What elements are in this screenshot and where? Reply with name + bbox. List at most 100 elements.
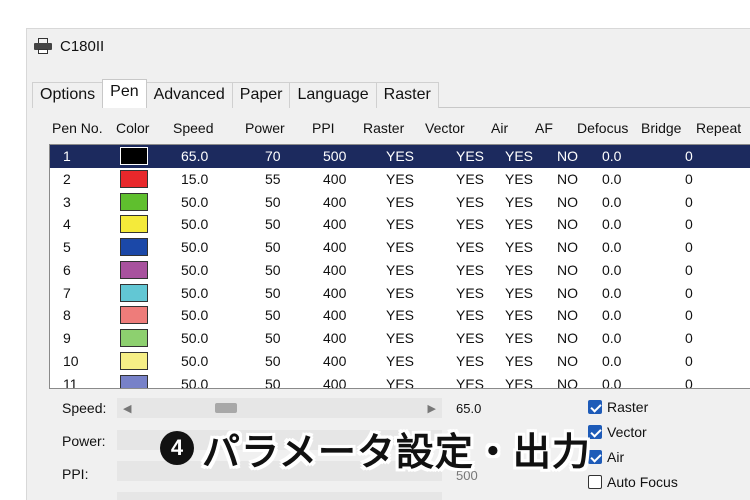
table-row[interactable]: 1 65.0 70 500 YES YES YES NO 0.0 0 [50,145,750,168]
table-row[interactable]: 2 15.0 55 400 YES YES YES NO 0.0 0 [50,168,750,191]
cell-speed: 50.0 [181,375,209,389]
tab-paper[interactable]: Paper [231,82,291,108]
cell-raster: YES [386,352,415,369]
tab-advanced[interactable]: Advanced [145,82,233,108]
table-row[interactable]: 11 50.0 50 400 YES YES YES NO 0.0 0 [50,373,750,389]
pen-color-swatch[interactable] [120,306,148,325]
cell-vector: YES [456,216,485,233]
cell-power: 50 [265,330,281,346]
vector-checkbox[interactable]: Vector [588,424,647,440]
col-air[interactable]: Air [491,120,508,136]
cell-vector: YES [456,170,485,187]
pen-color-swatch[interactable] [120,215,148,234]
cell-defocus: 0.0 [602,307,622,324]
cell-vector: YES [456,193,485,210]
cell-air: YES [505,284,534,301]
tab-options[interactable]: Options [32,82,104,108]
cell-defocus: 0.0 [602,239,622,255]
step-number-badge: 4 [160,431,194,465]
table-row[interactable]: 6 50.0 50 400 YES YES YES NO 0.0 0 [50,259,750,282]
col-pen-no[interactable]: Pen No. [52,120,103,136]
cell-speed: 50.0 [181,284,209,301]
table-row[interactable]: 9 50.0 50 400 YES YES YES NO 0.0 0 [50,327,750,350]
pen-color-swatch[interactable] [120,283,148,302]
table-row[interactable]: 7 50.0 50 400 YES YES YES NO 0.0 0 [50,282,750,305]
auto-focus-checkbox[interactable]: Auto Focus [588,474,678,490]
air-checkbox-label: Air [607,449,625,465]
col-bridge[interactable]: Bridge [641,120,681,136]
col-vector[interactable]: Vector [425,120,465,136]
tab-language[interactable]: Language [289,82,377,108]
cell-ppi: 400 [323,193,347,210]
speed-slider-thumb[interactable] [215,403,238,413]
cell-power: 55 [265,170,281,187]
cell-vector: YES [456,148,485,164]
cell-defocus: 0.0 [602,216,622,233]
pen-color-swatch[interactable] [120,374,148,388]
step-caption: 4 パラメータ設定・出力 [160,423,591,474]
pen-color-swatch[interactable] [120,351,148,370]
col-defocus[interactable]: Defocus [577,120,628,136]
col-speed[interactable]: Speed [173,120,213,136]
table-row[interactable]: 8 50.0 50 400 YES YES YES NO 0.0 0 [50,304,750,327]
cell-power: 50 [265,375,281,389]
cell-vector: YES [456,284,485,301]
pen-color-swatch[interactable] [120,260,148,279]
cell-af: NO [557,148,578,164]
col-ppi[interactable]: PPI [312,120,335,136]
table-row[interactable]: 3 50.0 50 400 YES YES YES NO 0.0 0 [50,191,750,214]
vector-checkbox-label: Vector [607,424,647,440]
cell-ppi: 400 [323,330,347,346]
pen-table[interactable]: 1 65.0 70 500 YES YES YES NO 0.0 0 2 15.0 55 400 YES YE… [49,144,750,389]
next-slider-partial[interactable] [117,492,442,500]
table-row[interactable]: 4 50.0 50 400 YES YES YES NO 0.0 0 [50,213,750,236]
cell-speed: 50.0 [181,216,209,233]
col-af[interactable]: AF [535,120,553,136]
col-raster[interactable]: Raster [363,120,404,136]
tab-raster[interactable]: Raster [375,82,439,108]
air-checkbox[interactable]: Air [588,449,624,465]
window-title: C180II [60,37,105,55]
cell-ppi: 400 [323,261,347,278]
pen-color-swatch[interactable] [120,329,148,347]
cell-defocus: 0.0 [602,330,622,346]
cell-power: 50 [265,193,281,210]
pen-color-swatch[interactable] [120,169,148,188]
cell-air: YES [505,170,534,187]
power-label: Power: [62,433,106,449]
slider-left-arrow-icon[interactable]: ◀ [123,402,131,415]
pen-color-swatch[interactable] [120,192,148,211]
pen-color-swatch[interactable] [120,238,148,256]
table-row[interactable]: 10 50.0 50 400 YES YES YES NO 0.0 0 [50,350,750,373]
tab-strip: Options Pen Advanced Paper Language Rast… [32,79,439,108]
cell-air: YES [505,352,534,369]
cell-repeat: 0 [685,352,693,369]
cell-ppi: 400 [323,216,347,233]
speed-slider[interactable]: ◀ ▶ [117,398,442,418]
window-title-bar: C180II [34,36,104,56]
cell-repeat: 0 [685,307,693,324]
cell-vector: YES [456,352,485,369]
pen-color-swatch[interactable] [120,147,148,165]
cell-repeat: 0 [685,261,693,278]
checkbox-unchecked-icon [588,475,602,489]
cell-repeat: 0 [685,375,693,389]
col-color[interactable]: Color [116,120,149,136]
col-power[interactable]: Power [245,120,285,136]
tab-pen[interactable]: Pen [102,79,147,108]
cell-speed: 50.0 [181,193,209,210]
cell-af: NO [557,170,578,187]
cell-vector: YES [456,330,485,346]
cell-af: NO [557,352,578,369]
cell-speed: 50.0 [181,239,209,255]
col-repeat[interactable]: Repeat [696,120,741,136]
slider-right-arrow-icon[interactable]: ▶ [428,402,436,415]
cell-no: 3 [63,193,71,210]
cell-power: 50 [265,261,281,278]
cell-no: 1 [63,148,71,164]
cell-raster: YES [386,170,415,187]
title-bar-background [0,0,750,28]
raster-checkbox[interactable]: Raster [588,399,648,415]
table-row[interactable]: 5 50.0 50 400 YES YES YES NO 0.0 0 [50,236,750,259]
cell-raster: YES [386,193,415,210]
